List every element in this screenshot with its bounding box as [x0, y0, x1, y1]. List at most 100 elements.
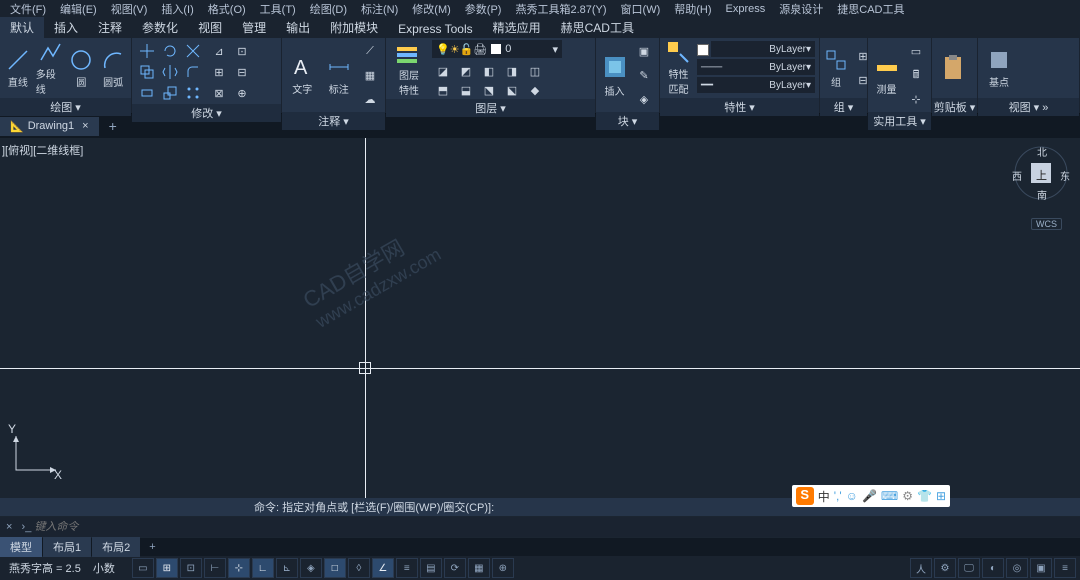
group-button[interactable]: 组 — [824, 40, 848, 96]
status-dyn-icon[interactable]: ⊹ — [228, 558, 250, 578]
status-annoscale-icon[interactable]: 人 — [910, 558, 932, 578]
status-clean-icon[interactable]: ▣ — [1030, 558, 1052, 578]
panel-layer-title[interactable]: 图层 ▾ — [386, 99, 595, 117]
command-line[interactable]: × ›_ — [0, 517, 1080, 537]
fillet-icon[interactable] — [182, 61, 204, 83]
table-icon[interactable]: ▦ — [359, 64, 381, 86]
linetype-select[interactable]: ───ByLayer ▾ — [697, 59, 815, 75]
util-calc-icon[interactable]: 🖩 — [905, 64, 927, 86]
menu-tools[interactable]: 工具(T) — [254, 1, 302, 17]
layer-tool10-icon[interactable]: ◆ — [524, 79, 546, 101]
panel-draw-title[interactable]: 绘图 ▾ — [0, 98, 131, 116]
viewport[interactable]: ][俯视][二维线框] CAD自学网 www.cadzxw.com 北 南 西 … — [0, 138, 1080, 498]
text-button[interactable]: A文字 — [286, 47, 319, 103]
command-input[interactable] — [34, 521, 1080, 533]
ribtab-addon[interactable]: 附加模块 — [320, 17, 388, 38]
menu-edit[interactable]: 编辑(E) — [54, 1, 103, 17]
menu-jscad[interactable]: 捷思CAD工具 — [831, 1, 910, 17]
menu-express[interactable]: Express — [720, 3, 772, 15]
ribtab-param[interactable]: 参数化 — [132, 17, 188, 38]
copy-icon[interactable] — [136, 61, 158, 83]
panel-group-title[interactable]: 组 ▾ — [820, 98, 867, 116]
status-custom-icon[interactable]: ≡ — [1054, 558, 1076, 578]
insert-button[interactable]: 插入 — [600, 47, 629, 103]
layout-model[interactable]: 模型 — [0, 537, 42, 557]
ime-kbd-icon[interactable]: ⌨ — [881, 489, 898, 503]
menu-file[interactable]: 文件(F) — [4, 1, 52, 17]
extra5-icon[interactable]: ⊠ — [208, 82, 230, 104]
status-units[interactable]: 小数 — [88, 560, 120, 576]
menu-window[interactable]: 窗口(W) — [615, 1, 667, 17]
extra6-icon[interactable]: ⊕ — [231, 82, 253, 104]
layer-tool6-icon[interactable]: ⬒ — [432, 79, 454, 101]
ime-grid-icon[interactable]: ⊞ — [936, 489, 946, 503]
layer-tool9-icon[interactable]: ⬕ — [501, 79, 523, 101]
ime-punct-icon[interactable]: ',' — [834, 489, 842, 503]
menu-insert[interactable]: 插入(I) — [155, 1, 199, 17]
status-3dosnap-icon[interactable]: ◊ — [348, 558, 370, 578]
status-text-height[interactable]: 燕秀字高 = 2.5 — [4, 560, 86, 576]
block-create-icon[interactable]: ▣ — [633, 40, 655, 62]
leader-icon[interactable]: ⟋ — [359, 40, 381, 62]
viewport-controls[interactable]: ][俯视][二维线框] — [2, 142, 83, 158]
ribtab-hscad[interactable]: 赫思CAD工具 — [551, 17, 644, 38]
status-polar-icon[interactable]: ⊾ — [276, 558, 298, 578]
line-button[interactable]: 直线 — [4, 40, 32, 96]
menu-yanxiu[interactable]: 燕秀工具箱2.87(Y) — [509, 1, 612, 17]
arc-button[interactable]: 圆弧 — [99, 40, 127, 96]
viewcube[interactable]: 北 南 西 东 上 — [1014, 146, 1068, 200]
matchprop-button[interactable]: 特性 匹配 — [664, 40, 693, 96]
status-cycle-icon[interactable]: ⟳ — [444, 558, 466, 578]
panel-clip-title[interactable]: 剪贴板 ▾ — [932, 98, 977, 116]
tab-close-icon[interactable]: × — [82, 120, 88, 132]
panel-annot-title[interactable]: 注释 ▾ — [282, 112, 385, 130]
ribtab-insert[interactable]: 插入 — [44, 17, 88, 38]
status-snap-icon[interactable]: ⊡ — [180, 558, 202, 578]
layout-1[interactable]: 布局1 — [43, 537, 91, 557]
block-edit-icon[interactable]: ✎ — [633, 64, 655, 86]
menu-view[interactable]: 视图(V) — [105, 1, 154, 17]
rotate-icon[interactable] — [159, 40, 181, 62]
layer-select[interactable]: 💡 ☀ 🔓 🖨 0 ▾ — [432, 40, 562, 58]
layer-tool7-icon[interactable]: ⬓ — [455, 79, 477, 101]
trim-icon[interactable] — [182, 40, 204, 62]
measure-button[interactable]: 测量 — [872, 47, 901, 103]
panel-block-title[interactable]: 块 ▾ — [596, 112, 659, 130]
layerprop-button[interactable]: 图层 特性 — [390, 41, 428, 97]
circle-button[interactable]: 圆 — [68, 40, 96, 96]
status-annomon-icon[interactable]: ⊕ — [492, 558, 514, 578]
util-point-icon[interactable]: ⊹ — [905, 88, 927, 110]
status-lw-icon[interactable]: ≡ — [396, 558, 418, 578]
status-monitor-icon[interactable]: 🖵 — [958, 558, 980, 578]
status-isolate-icon[interactable]: ◎ — [1006, 558, 1028, 578]
ribtab-output[interactable]: 输出 — [276, 17, 320, 38]
status-grid-icon[interactable]: ⊞ — [156, 558, 178, 578]
wcs-badge[interactable]: WCS — [1031, 218, 1062, 230]
basepoint-button[interactable]: 基点 — [982, 40, 1016, 96]
ime-lang[interactable]: 中 — [818, 488, 830, 505]
move-icon[interactable] — [136, 40, 158, 62]
status-ws-icon[interactable]: ⚙ — [934, 558, 956, 578]
menu-dim[interactable]: 标注(N) — [355, 1, 404, 17]
mirror-icon[interactable] — [159, 61, 181, 83]
clipboard-button[interactable] — [936, 40, 970, 96]
ime-toolbar[interactable]: S 中 ',' ☺ 🎤 ⌨ ⚙ 👕 ⊞ — [792, 485, 950, 507]
status-otrack-icon[interactable]: ∠ — [372, 558, 394, 578]
new-tab-button[interactable]: + — [99, 118, 127, 134]
ime-skin-icon[interactable]: 👕 — [917, 489, 932, 503]
status-transp-icon[interactable]: ▤ — [420, 558, 442, 578]
status-ortho-icon[interactable]: ∟ — [252, 558, 274, 578]
ribtab-express[interactable]: Express Tools — [388, 20, 482, 38]
menu-help[interactable]: 帮助(H) — [668, 1, 717, 17]
menu-format[interactable]: 格式(O) — [202, 1, 252, 17]
ime-gear-icon[interactable]: ⚙ — [902, 489, 913, 503]
block-attr-icon[interactable]: ◈ — [633, 88, 655, 110]
stretch-icon[interactable] — [136, 82, 158, 104]
status-iso-icon[interactable]: ◈ — [300, 558, 322, 578]
color-swatch[interactable] — [697, 44, 709, 56]
dim-button[interactable]: 标注 — [323, 47, 356, 103]
menu-draw[interactable]: 绘图(D) — [304, 1, 353, 17]
extra4-icon[interactable]: ⊟ — [231, 61, 253, 83]
doc-tab[interactable]: 📐 Drawing1 × — [0, 117, 99, 136]
color-select[interactable]: ByLayer ▾ — [711, 41, 815, 57]
